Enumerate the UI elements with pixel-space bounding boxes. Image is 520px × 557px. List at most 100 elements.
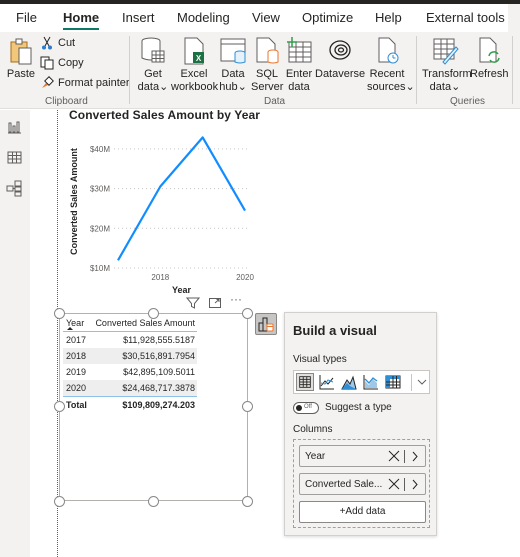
table-row: 2020 $24,468,717.3878 xyxy=(63,380,197,396)
copy-icon xyxy=(40,56,54,70)
suggest-type-label: Suggest a type xyxy=(325,402,392,413)
cell-year: 2018 xyxy=(66,351,87,361)
paintbrush-icon xyxy=(42,76,54,88)
data-hub-icon xyxy=(220,38,246,64)
tab-modeling[interactable]: Modeling xyxy=(177,10,230,25)
queries-group-label: Queries xyxy=(450,96,486,107)
table-header: Year Converted Sales Amount xyxy=(63,316,197,332)
menu-tabs: File Home Insert Modeling View Optimize … xyxy=(0,4,520,32)
column-header-converted-sales-amount[interactable]: Converted Sales Amount xyxy=(91,316,197,328)
columns-well: Year Converted Sale... +Add data xyxy=(293,439,430,528)
build-visual-panel: Build a visual Visual types Off Suggest … xyxy=(284,312,437,536)
resize-handle-bottom-left[interactable] xyxy=(54,496,65,507)
filter-icon[interactable] xyxy=(186,296,200,310)
matrix-visual-type-icon[interactable] xyxy=(384,373,402,391)
refresh-button[interactable]: Refresh xyxy=(470,36,509,81)
cell-year: 2020 xyxy=(66,383,87,393)
dataverse-label: Dataverse xyxy=(315,68,366,80)
resize-handle-right[interactable] xyxy=(242,401,253,412)
chevron-down-icon: ⌄ xyxy=(405,81,415,93)
field-label: Year xyxy=(305,451,326,462)
transform-data-label-2: data xyxy=(429,81,452,93)
tab-help[interactable]: Help xyxy=(375,10,402,25)
toggle-state: Off xyxy=(304,404,312,410)
get-data-button[interactable]: Get data⌄ xyxy=(137,36,169,94)
power-bi-window: File Home Insert Modeling View Optimize … xyxy=(0,0,520,557)
chart-title: Converted Sales Amount by Year xyxy=(69,108,261,122)
table-icon[interactable] xyxy=(6,149,23,166)
chevron-down-icon[interactable] xyxy=(415,375,429,389)
chevron-down-icon: ⌄ xyxy=(159,81,169,93)
series-line-converted-sales-amount[interactable] xyxy=(117,136,246,261)
transform-data-button[interactable]: Transform data⌄ xyxy=(422,36,472,94)
refresh-label: Refresh xyxy=(470,68,509,80)
data-points xyxy=(117,137,246,261)
x-tick-label: 2018 xyxy=(151,273,169,282)
cut-button[interactable]: Cut xyxy=(40,36,75,50)
columns-label: Columns xyxy=(293,424,333,435)
line-chart[interactable]: $10M $20M $30M $40M 2018 2020 Year Converted… xyxy=(60,125,260,295)
chevron-right-icon[interactable] xyxy=(411,451,419,462)
table-visual: Year Converted Sales Amount 2017 $11,928… xyxy=(63,316,197,412)
y-axis-title: Converted Sales Amount xyxy=(69,148,79,255)
enter-data-label-2: data xyxy=(288,81,310,93)
data-hub-button[interactable]: Data hub⌄ xyxy=(218,36,248,94)
pill-separator xyxy=(404,478,405,491)
pill-separator xyxy=(404,450,405,463)
focus-mode-icon[interactable] xyxy=(208,296,222,310)
total-value: $109,809,274.203 xyxy=(122,399,195,410)
resize-handle-bottom[interactable] xyxy=(148,496,159,507)
more-options-icon[interactable]: ··· xyxy=(230,292,246,306)
cell-amount: $11,928,555.5187 xyxy=(123,335,195,345)
get-data-label-1: Get xyxy=(144,68,162,80)
paste-icon xyxy=(10,38,32,65)
build-visual-toggle-button[interactable] xyxy=(255,313,277,335)
tab-view[interactable]: View xyxy=(252,10,280,25)
visual-types-picker xyxy=(293,370,430,394)
tab-external-tools[interactable]: External tools xyxy=(426,10,505,25)
add-data-button[interactable]: +Add data xyxy=(299,501,426,523)
dataverse-button[interactable]: Dataverse xyxy=(315,36,365,81)
tab-insert[interactable]: Insert xyxy=(122,10,155,25)
line-chart-visual-type-icon[interactable] xyxy=(318,373,336,391)
data-hub-label-2: hub xyxy=(219,81,238,93)
excel-label-1: Excel xyxy=(180,68,208,80)
resize-handle-bottom-right[interactable] xyxy=(242,496,253,507)
sql-label-1: SQL xyxy=(255,68,278,80)
sort-ascending-icon xyxy=(67,327,73,330)
table-row: 2018 $30,516,891.7954 xyxy=(63,348,197,364)
tab-file[interactable]: File xyxy=(16,10,37,25)
sql-server-button[interactable]: SQL Server xyxy=(251,36,283,94)
field-pill-year[interactable]: Year xyxy=(299,445,426,467)
remove-field-icon[interactable] xyxy=(388,478,400,490)
transform-data-label-1: Transform xyxy=(422,68,472,80)
table-row: 2019 $42,895,109.5011 xyxy=(63,364,197,380)
field-pill-converted-sales-amount[interactable]: Converted Sale... xyxy=(299,473,426,495)
excel-workbook-button[interactable]: X Excel workbook xyxy=(171,36,218,94)
data-group-label: Data xyxy=(264,96,286,107)
tab-optimize[interactable]: Optimize xyxy=(302,10,353,25)
tab-home[interactable]: Home xyxy=(63,10,100,30)
copy-button[interactable]: Copy xyxy=(40,56,84,70)
area-chart-visual-type-icon[interactable] xyxy=(340,373,358,391)
chevron-right-icon[interactable] xyxy=(411,479,419,490)
recent-sources-icon xyxy=(378,37,399,64)
table-visual-type-icon[interactable] xyxy=(296,373,314,391)
view-switcher-rail xyxy=(0,110,30,557)
remove-field-icon[interactable] xyxy=(388,450,400,462)
svg-text:X: X xyxy=(196,54,202,63)
bar-chart-icon[interactable] xyxy=(6,118,23,135)
paste-button[interactable]: Paste xyxy=(6,36,36,81)
format-painter-button[interactable]: Format painter xyxy=(40,76,130,90)
toggle-knob xyxy=(296,405,302,411)
model-icon[interactable] xyxy=(6,180,23,197)
suggest-type-toggle[interactable]: Off xyxy=(293,402,319,414)
ribbon-separator xyxy=(512,36,513,104)
get-data-label-2: data xyxy=(137,81,160,93)
enter-data-button[interactable]: Enter data xyxy=(285,36,313,94)
line-and-area-chart-visual-type-icon[interactable] xyxy=(362,373,380,391)
enter-data-icon xyxy=(287,37,312,63)
cell-year: 2019 xyxy=(66,367,87,377)
resize-handle-top-right[interactable] xyxy=(242,308,253,319)
recent-sources-button[interactable]: Recent sources⌄ xyxy=(367,36,415,94)
